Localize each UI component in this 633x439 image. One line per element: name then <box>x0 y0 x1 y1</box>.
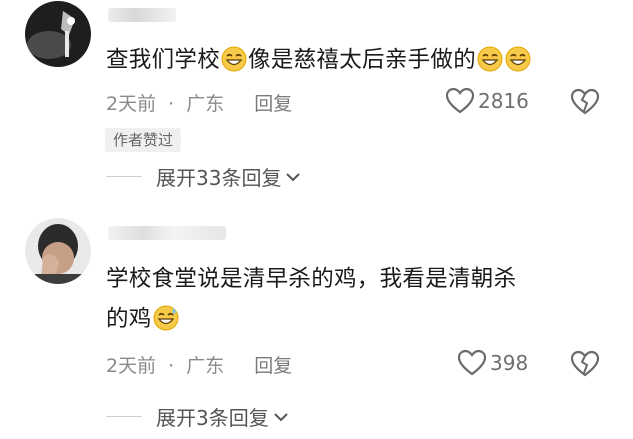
comment-text: 查我们学校 像是慈禧太后亲手做的 <box>106 41 532 79</box>
broken-heart-icon <box>570 350 600 377</box>
comment-meta: 2天前 · 广东 回复 <box>106 351 292 378</box>
dislike-button[interactable] <box>570 88 600 116</box>
comment-text-line-1: 学校食堂说是清早杀的鸡，我看是清朝杀 <box>106 266 517 292</box>
heart-outline-icon <box>446 88 474 114</box>
avatar-image <box>25 218 91 284</box>
author-liked-badge: 作者赞过 <box>105 128 182 152</box>
separator-dot: · <box>168 355 175 377</box>
like-count: 398 <box>490 351 529 375</box>
expand-replies-button[interactable]: 展开3条回复 <box>106 402 289 431</box>
grinning-face-emoji-icon <box>221 46 247 72</box>
heart-outline-icon <box>458 350 486 376</box>
comment-text-part: 的鸡 <box>106 306 152 332</box>
expand-replies-label: 展开33条回复 <box>156 166 282 190</box>
location: 广东 <box>186 355 225 377</box>
like-count: 2816 <box>478 89 529 113</box>
like-button[interactable]: 2816 <box>446 88 529 114</box>
chevron-down-icon <box>286 172 301 181</box>
grinning-face-emoji-icon <box>477 46 503 72</box>
chevron-down-icon <box>274 412 288 421</box>
separator-dot: · <box>168 93 175 115</box>
timestamp: 2天前 <box>106 93 157 115</box>
username-blurred <box>108 226 226 240</box>
avatar-image <box>25 1 91 67</box>
avatar[interactable] <box>25 218 91 284</box>
expand-replies-button[interactable]: 展开33条回复 <box>106 162 301 191</box>
broken-heart-icon <box>570 88 600 115</box>
dislike-button[interactable] <box>570 350 600 378</box>
timestamp: 2天前 <box>106 355 157 377</box>
username-blurred <box>108 8 176 22</box>
grinning-face-emoji-icon <box>505 46 531 72</box>
location: 广东 <box>186 93 225 115</box>
expand-replies-label: 展开3条回复 <box>156 406 269 430</box>
comment-text-part: 查我们学校 <box>106 47 221 73</box>
reply-button[interactable]: 回复 <box>254 355 292 377</box>
laughing-sweat-emoji-icon <box>153 305 179 331</box>
divider-line <box>106 415 142 418</box>
avatar[interactable] <box>25 1 91 67</box>
like-button[interactable]: 398 <box>458 350 528 376</box>
comment-text-part: 像是慈禧太后亲手做的 <box>248 47 477 73</box>
comment-text-line-2: 的鸡 <box>106 300 180 338</box>
reply-button[interactable]: 回复 <box>254 93 292 115</box>
comment-meta: 2天前 · 广东 回复 <box>106 89 292 116</box>
divider-line <box>106 175 142 178</box>
